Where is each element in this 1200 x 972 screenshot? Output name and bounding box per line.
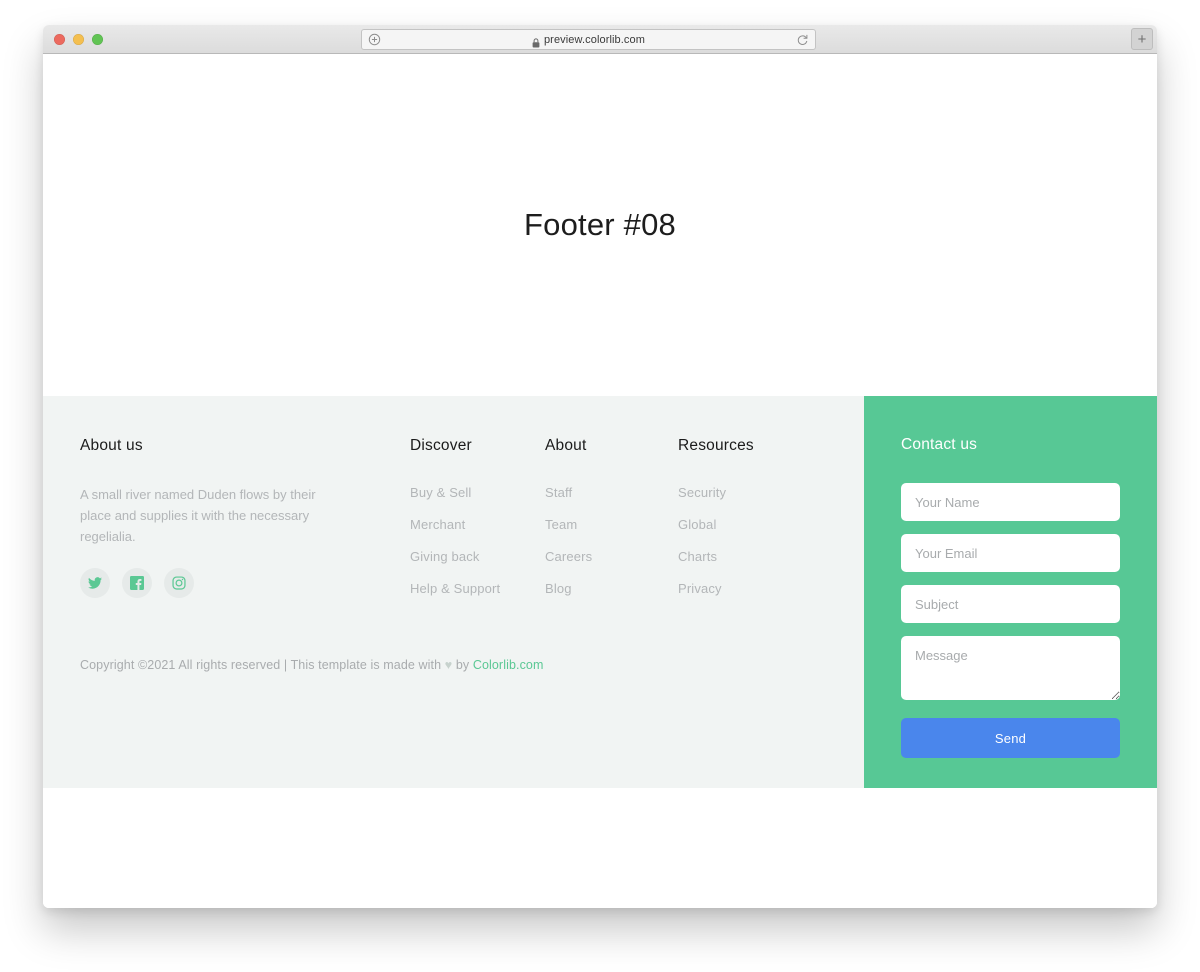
social-links xyxy=(80,568,410,598)
colorlib-link[interactable]: Colorlib.com xyxy=(473,658,544,672)
footer-columns: About us A small river named Duden flows… xyxy=(80,437,864,598)
page-viewport: Footer #08 About us A small river named … xyxy=(43,54,1157,908)
window-controls xyxy=(54,33,103,45)
about-us-heading: About us xyxy=(80,437,143,454)
list-item: Security xyxy=(678,484,813,502)
about-heading: About xyxy=(545,437,587,454)
footer-column-about-us: About us A small river named Duden flows… xyxy=(80,437,410,598)
link-careers[interactable]: Careers xyxy=(545,549,592,564)
footer-left-region: About us A small river named Duden flows… xyxy=(43,396,864,788)
instagram-icon xyxy=(172,576,186,590)
link-team[interactable]: Team xyxy=(545,517,577,532)
resources-heading: Resources xyxy=(678,437,754,454)
list-item: Staff xyxy=(545,484,678,502)
footer-column-discover: Discover Buy & Sell Merchant Giving back… xyxy=(410,437,545,598)
list-item: Team xyxy=(545,516,678,534)
message-textarea[interactable] xyxy=(901,636,1120,700)
social-link-instagram[interactable] xyxy=(164,568,194,598)
footer-column-about: About Staff Team Careers Blog xyxy=(545,437,678,598)
email-input[interactable] xyxy=(901,534,1120,572)
list-item: Privacy xyxy=(678,580,813,598)
subject-input[interactable] xyxy=(901,585,1120,623)
address-bar-content: preview.colorlib.com xyxy=(381,33,796,47)
link-merchant[interactable]: Merchant xyxy=(410,517,465,532)
close-window-button[interactable] xyxy=(54,33,65,45)
about-link-list: Staff Team Careers Blog xyxy=(545,484,678,598)
maximize-window-button[interactable] xyxy=(92,33,103,45)
reload-icon[interactable] xyxy=(796,33,809,46)
lock-icon xyxy=(532,35,540,47)
link-buy-and-sell[interactable]: Buy & Sell xyxy=(410,485,471,500)
list-item: Merchant xyxy=(410,516,545,534)
new-tab-label: + xyxy=(1137,30,1147,48)
name-input[interactable] xyxy=(901,483,1120,521)
new-tab-button[interactable]: + xyxy=(1131,28,1153,50)
link-security[interactable]: Security xyxy=(678,485,726,500)
send-button[interactable]: Send xyxy=(901,718,1120,758)
list-item: Charts xyxy=(678,548,813,566)
link-global[interactable]: Global xyxy=(678,517,716,532)
resources-link-list: Security Global Charts Privacy xyxy=(678,484,813,598)
link-charts[interactable]: Charts xyxy=(678,549,717,564)
link-privacy[interactable]: Privacy xyxy=(678,581,722,596)
hero-section: Footer #08 xyxy=(43,54,1157,396)
list-item: Global xyxy=(678,516,813,534)
browser-toolbar: preview.colorlib.com + xyxy=(43,25,1157,54)
discover-link-list: Buy & Sell Merchant Giving back Help & S… xyxy=(410,484,545,598)
facebook-icon xyxy=(130,576,144,590)
link-staff[interactable]: Staff xyxy=(545,485,572,500)
page-title: Footer #08 xyxy=(524,207,676,242)
copyright-prefix: Copyright ©2021 All rights reserved | Th… xyxy=(80,658,445,672)
link-help-and-support[interactable]: Help & Support xyxy=(410,581,500,596)
site-footer: About us A small river named Duden flows… xyxy=(43,396,1157,788)
link-giving-back[interactable]: Giving back xyxy=(410,549,480,564)
contact-panel: Contact us Send xyxy=(864,396,1157,788)
social-link-facebook[interactable] xyxy=(122,568,152,598)
footer-column-resources: Resources Security Global Charts Privacy xyxy=(678,437,813,598)
minimize-window-button[interactable] xyxy=(73,33,84,45)
page-bottom-whitespace xyxy=(43,788,1157,908)
circled-plus-icon[interactable] xyxy=(368,33,381,46)
address-bar[interactable]: preview.colorlib.com xyxy=(361,29,816,50)
contact-us-heading: Contact us xyxy=(901,436,978,453)
list-item: Careers xyxy=(545,548,678,566)
url-text: preview.colorlib.com xyxy=(543,33,646,46)
link-blog[interactable]: Blog xyxy=(545,581,572,596)
discover-heading: Discover xyxy=(410,437,472,454)
social-link-twitter[interactable] xyxy=(80,568,110,598)
copyright-middle: by xyxy=(452,658,473,672)
browser-window: preview.colorlib.com + Footer #08 About … xyxy=(43,25,1157,908)
list-item: Blog xyxy=(545,580,678,598)
twitter-icon xyxy=(88,576,102,590)
list-item: Buy & Sell xyxy=(410,484,545,502)
copyright-notice: Copyright ©2021 All rights reserved | Th… xyxy=(80,658,544,672)
list-item: Help & Support xyxy=(410,580,545,598)
about-us-text: A small river named Duden flows by their… xyxy=(80,487,316,544)
list-item: Giving back xyxy=(410,548,545,566)
